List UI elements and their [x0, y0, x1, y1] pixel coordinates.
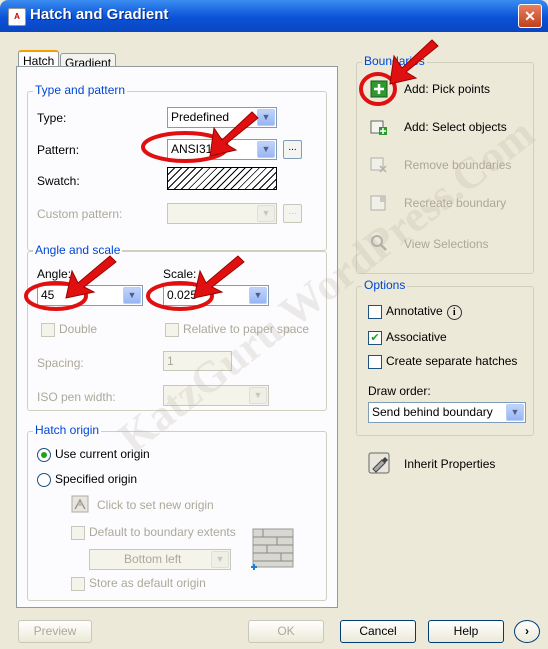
boundaries-group-label: Boundaries [362, 54, 427, 68]
custom-pattern-browse-button[interactable]: ... [283, 204, 302, 223]
select-objects-label[interactable]: Add: Select objects [404, 120, 507, 134]
cancel-button[interactable]: Cancel [340, 620, 416, 643]
angle-label: Angle: [37, 267, 72, 281]
draw-order-label: Draw order: [368, 384, 431, 398]
window-title: Hatch and Gradient [30, 6, 169, 23]
chevron-down-icon: ▼ [257, 205, 275, 222]
view-selections-icon[interactable] [370, 234, 388, 252]
iso-pen-width-select[interactable]: ▼ [163, 385, 269, 406]
associative-checkbox[interactable]: ✔ [368, 331, 382, 345]
draw-order-value: Send behind boundary [372, 405, 493, 419]
autocad-app-icon: A [8, 8, 26, 26]
annotative-text: Annotative [386, 304, 443, 318]
store-default-origin-checkbox[interactable] [71, 577, 85, 591]
angle-select[interactable]: 45 ▼ [37, 285, 143, 306]
chevron-down-icon: ▼ [249, 287, 267, 304]
pattern-select-value: ANSI31 [171, 142, 213, 156]
info-icon[interactable]: i [446, 305, 462, 320]
select-objects-icon[interactable] [370, 118, 388, 136]
hatch-gradient-dialog: A Hatch and Gradient ✕ Hatch Gradient Ty… [0, 0, 548, 649]
pick-points-icon[interactable] [370, 80, 388, 98]
pattern-select[interactable]: ANSI31 ▼ [167, 139, 277, 160]
store-default-origin-label: Store as default origin [89, 576, 206, 590]
annotative-checkbox[interactable] [368, 305, 382, 319]
help-button[interactable]: Help [428, 620, 504, 643]
pattern-label: Pattern: [37, 143, 80, 157]
click-set-origin-label: Click to set new origin [97, 498, 214, 512]
remove-boundaries-label[interactable]: Remove boundaries [404, 158, 511, 172]
scale-select[interactable]: 0.025 ▼ [163, 285, 269, 306]
associative-label: Associative [386, 330, 447, 344]
remove-boundaries-icon[interactable] [370, 156, 388, 174]
chevron-down-icon: ▼ [249, 387, 267, 404]
chevron-down-icon: ▼ [211, 551, 229, 568]
type-label: Type: [37, 111, 67, 125]
set-origin-icon[interactable] [71, 495, 89, 513]
use-current-origin-radio[interactable] [37, 448, 51, 462]
relative-paper-label: Relative to paper space [183, 322, 310, 336]
origin-preview-icon [251, 528, 294, 570]
close-button[interactable]: ✕ [518, 4, 542, 28]
view-selections-label[interactable]: View Selections [404, 237, 489, 251]
spacing-label: Spacing: [37, 356, 84, 370]
double-checkbox[interactable] [41, 323, 55, 337]
type-pattern-group-label: Type and pattern [33, 83, 128, 97]
type-select[interactable]: Predefined ▼ [167, 107, 277, 128]
iso-pen-width-label: ISO pen width: [37, 390, 116, 404]
recreate-boundary-icon[interactable] [370, 194, 388, 212]
hatch-tab-panel: Type and pattern Type: Predefined ▼ Patt… [16, 66, 338, 608]
hatch-origin-group-label: Hatch origin [33, 423, 102, 437]
more-options-button[interactable]: › [514, 620, 540, 643]
relative-paper-checkbox[interactable] [165, 323, 179, 337]
type-select-value: Predefined [171, 110, 230, 124]
double-label: Double [59, 322, 98, 336]
use-current-origin-label: Use current origin [55, 447, 150, 461]
chevron-down-icon: ▼ [257, 109, 275, 126]
specified-origin-radio[interactable] [37, 473, 51, 487]
radio-selected-dot [41, 452, 47, 458]
custom-pattern-select[interactable]: ▼ [167, 203, 277, 224]
chevron-down-icon: ▼ [257, 141, 275, 158]
inherit-properties-icon[interactable] [368, 452, 390, 474]
annotative-label: Annotative i [386, 304, 462, 320]
pattern-browse-button[interactable]: ... [283, 140, 302, 159]
spacing-input[interactable]: 1 [163, 351, 232, 371]
chevron-down-icon: ▼ [123, 287, 141, 304]
pattern-swatch[interactable] [167, 167, 277, 190]
specified-origin-label: Specified origin [55, 472, 138, 486]
origin-position-value: Bottom left [124, 552, 182, 566]
custom-pattern-label: Custom pattern: [37, 207, 123, 221]
separate-hatches-label: Create separate hatches [386, 354, 518, 368]
separate-hatches-checkbox[interactable] [368, 355, 382, 369]
angle-select-value: 45 [41, 288, 55, 302]
preview-button[interactable]: Preview [18, 620, 92, 643]
chevron-down-icon: ▼ [506, 404, 524, 421]
ok-button[interactable]: OK [248, 620, 324, 643]
angle-scale-group-label: Angle and scale [33, 243, 123, 257]
draw-order-select[interactable]: Send behind boundary ▼ [368, 402, 526, 423]
pick-points-label[interactable]: Add: Pick points [404, 82, 490, 96]
title-bar[interactable]: A Hatch and Gradient ✕ [0, 0, 548, 32]
recreate-boundary-label[interactable]: Recreate boundary [404, 196, 506, 210]
scale-select-value: 0.025 [167, 288, 198, 302]
options-group-label: Options [362, 278, 408, 292]
default-boundary-extents-label: Default to boundary extents [89, 525, 236, 539]
inherit-properties-label[interactable]: Inherit Properties [404, 457, 495, 471]
origin-position-select[interactable]: Bottom left ▼ [89, 549, 231, 570]
default-boundary-extents-checkbox[interactable] [71, 526, 85, 540]
scale-label: Scale: [163, 267, 197, 281]
swatch-label: Swatch: [37, 174, 80, 188]
